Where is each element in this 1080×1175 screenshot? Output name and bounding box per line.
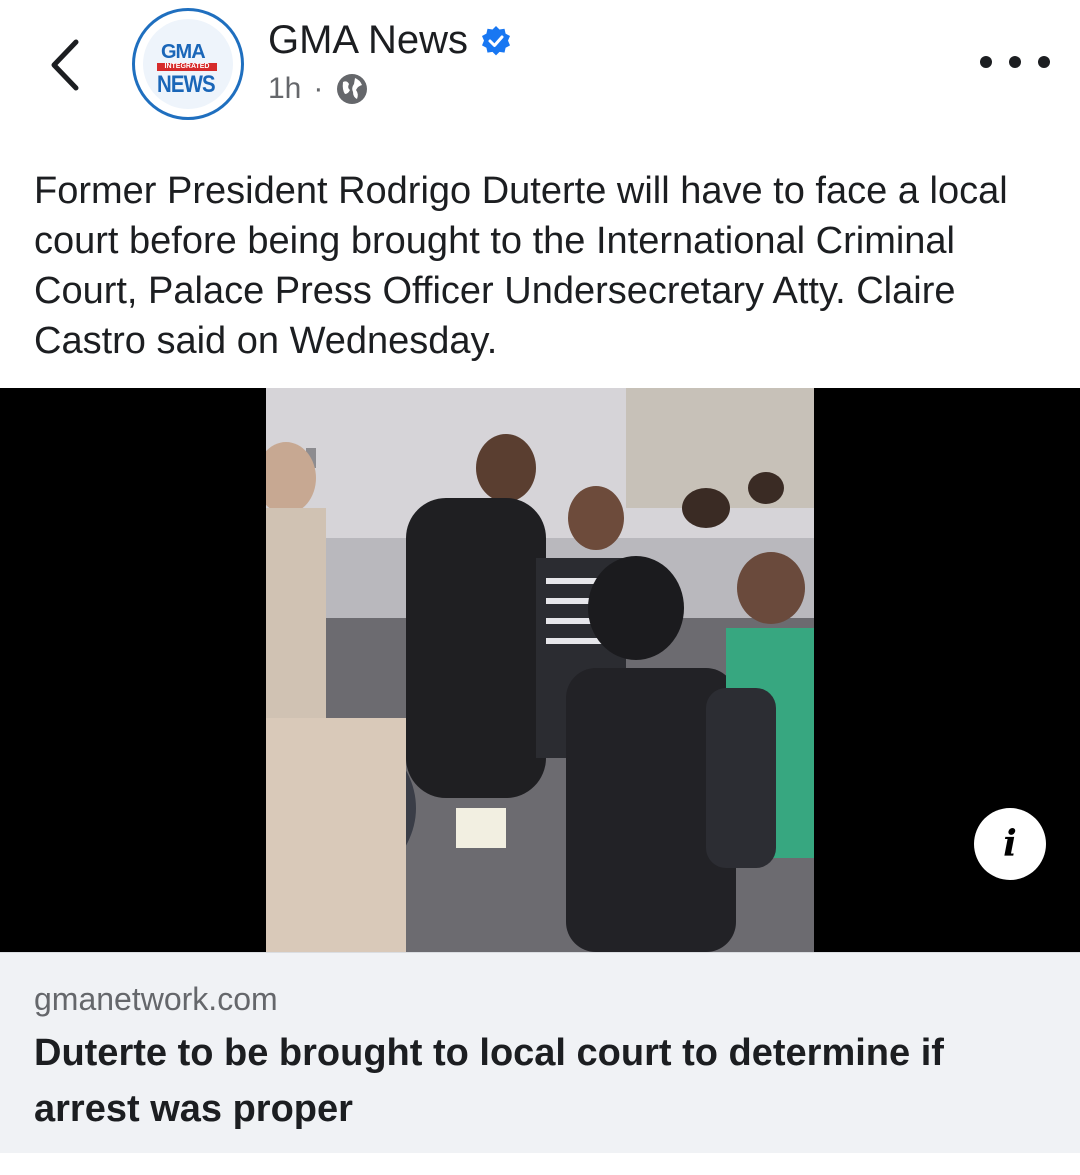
- chevron-left-icon: [51, 39, 79, 91]
- post-caption: Former President Rodrigo Duterte will ha…: [34, 170, 1008, 362]
- page-name-row: GMA News: [268, 18, 512, 63]
- meta-separator: ·: [313, 72, 324, 105]
- globe-icon: [337, 74, 368, 104]
- back-button[interactable]: [40, 30, 90, 100]
- post-meta: 1h ·: [268, 72, 369, 106]
- post-media[interactable]: i: [0, 388, 1080, 952]
- info-button[interactable]: i: [974, 808, 1046, 880]
- logo-integrated-text: INTEGRATED: [157, 63, 217, 71]
- logo-news-text: NEWS: [157, 71, 216, 98]
- more-options-dot: [980, 56, 992, 68]
- page-avatar[interactable]: GMA INTEGRATED NEWS: [132, 8, 244, 120]
- link-preview-card[interactable]: gmanetwork.com Duterte to be brought to …: [0, 952, 1080, 1153]
- link-domain: gmanetwork.com: [34, 981, 278, 1017]
- more-options-dot: [1038, 56, 1050, 68]
- news-video-frame[interactable]: [266, 388, 814, 952]
- more-options-dot: [1009, 56, 1021, 68]
- page-name[interactable]: GMA News: [268, 18, 468, 63]
- post-time[interactable]: 1h: [268, 72, 301, 106]
- verified-badge-icon: [482, 25, 511, 55]
- gma-news-logo: GMA INTEGRATED NEWS: [143, 19, 233, 109]
- more-options-button[interactable]: [980, 42, 1050, 82]
- logo-gma-text: GMA: [161, 41, 206, 63]
- post-header: GMA INTEGRATED NEWS GMA News 1h ·: [0, 0, 1080, 140]
- link-title[interactable]: Duterte to be brought to local court to …: [34, 1025, 1044, 1137]
